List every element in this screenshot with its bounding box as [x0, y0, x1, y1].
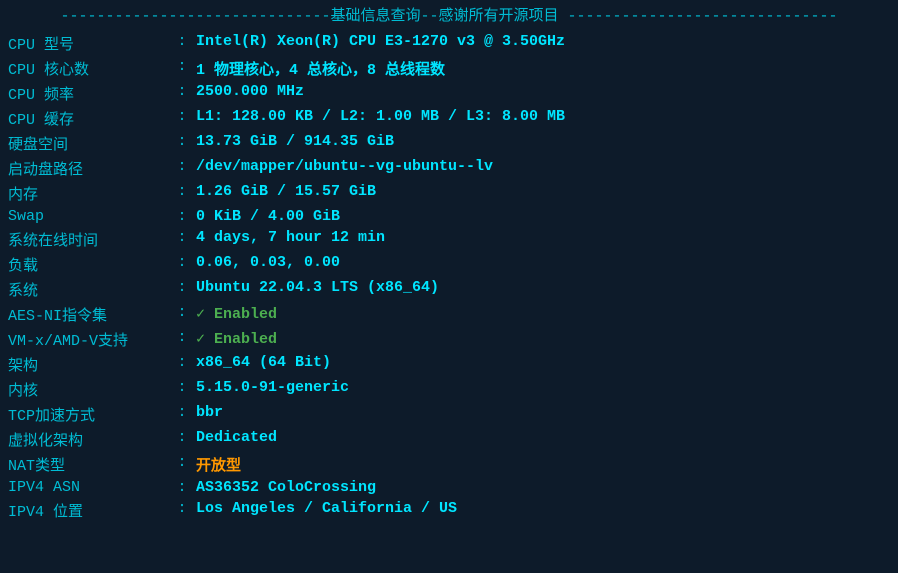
- table-row: Swap:0 KiB / 4.00 GiB: [8, 206, 890, 227]
- row-colon: :: [168, 427, 196, 452]
- title-text: 基础信息查询--感谢所有开源项目: [330, 8, 558, 25]
- row-colon: :: [168, 206, 196, 227]
- row-colon: :: [168, 402, 196, 427]
- info-table: CPU 型号:Intel(R) Xeon(R) CPU E3-1270 v3 @…: [8, 31, 890, 523]
- table-row: CPU 缓存:L1: 128.00 KB / L2: 1.00 MB / L3:…: [8, 106, 890, 131]
- row-colon: :: [168, 277, 196, 302]
- row-colon: :: [168, 131, 196, 156]
- row-value: Dedicated: [196, 427, 890, 452]
- row-value: ✓ Enabled: [196, 302, 890, 327]
- table-row: NAT类型:开放型: [8, 452, 890, 477]
- table-row: 系统在线时间:4 days, 7 hour 12 min: [8, 227, 890, 252]
- row-label: 启动盘路径: [8, 156, 168, 181]
- row-colon: :: [168, 56, 196, 81]
- table-row: CPU 频率:2500.000 MHz: [8, 81, 890, 106]
- row-label: 虚拟化架构: [8, 427, 168, 452]
- row-colon: :: [168, 81, 196, 106]
- row-colon: :: [168, 181, 196, 206]
- row-label: 硬盘空间: [8, 131, 168, 156]
- table-row: 启动盘路径:/dev/mapper/ubuntu--vg-ubuntu--lv: [8, 156, 890, 181]
- title-dashes-left: ------------------------------: [60, 8, 330, 25]
- row-label: IPV4 位置: [8, 498, 168, 523]
- row-colon: :: [168, 327, 196, 352]
- row-value: 开放型: [196, 452, 890, 477]
- row-label: 系统在线时间: [8, 227, 168, 252]
- table-row: CPU 型号:Intel(R) Xeon(R) CPU E3-1270 v3 @…: [8, 31, 890, 56]
- title-bar: ------------------------------基础信息查询--感谢…: [8, 4, 890, 25]
- row-colon: :: [168, 156, 196, 181]
- row-label: CPU 频率: [8, 81, 168, 106]
- row-label: Swap: [8, 206, 168, 227]
- row-label: CPU 型号: [8, 31, 168, 56]
- row-value: 0 KiB / 4.00 GiB: [196, 206, 890, 227]
- table-row: 内核:5.15.0-91-generic: [8, 377, 890, 402]
- row-colon: :: [168, 377, 196, 402]
- row-label: 系统: [8, 277, 168, 302]
- row-value: x86_64 (64 Bit): [196, 352, 890, 377]
- row-label: 内存: [8, 181, 168, 206]
- row-colon: :: [168, 227, 196, 252]
- row-colon: :: [168, 106, 196, 131]
- row-colon: :: [168, 252, 196, 277]
- row-value: 13.73 GiB / 914.35 GiB: [196, 131, 890, 156]
- row-value: Ubuntu 22.04.3 LTS (x86_64): [196, 277, 890, 302]
- table-row: 架构:x86_64 (64 Bit): [8, 352, 890, 377]
- row-colon: :: [168, 302, 196, 327]
- row-value: /dev/mapper/ubuntu--vg-ubuntu--lv: [196, 156, 890, 181]
- table-row: 内存:1.26 GiB / 15.57 GiB: [8, 181, 890, 206]
- row-value: AS36352 ColoCrossing: [196, 477, 890, 498]
- row-value: Intel(R) Xeon(R) CPU E3-1270 v3 @ 3.50GH…: [196, 31, 890, 56]
- row-label: NAT类型: [8, 452, 168, 477]
- row-value: 5.15.0-91-generic: [196, 377, 890, 402]
- row-value: 1.26 GiB / 15.57 GiB: [196, 181, 890, 206]
- table-row: TCP加速方式:bbr: [8, 402, 890, 427]
- row-value: 4 days, 7 hour 12 min: [196, 227, 890, 252]
- terminal-window: ------------------------------基础信息查询--感谢…: [0, 0, 898, 527]
- row-label: IPV4 ASN: [8, 477, 168, 498]
- row-label: CPU 核心数: [8, 56, 168, 81]
- table-row: IPV4 位置:Los Angeles / California / US: [8, 498, 890, 523]
- table-row: 虚拟化架构:Dedicated: [8, 427, 890, 452]
- table-row: 硬盘空间:13.73 GiB / 914.35 GiB: [8, 131, 890, 156]
- title-dashes-right: ------------------------------: [568, 8, 838, 25]
- table-row: VM-x/AMD-V支持:✓ Enabled: [8, 327, 890, 352]
- row-colon: :: [168, 498, 196, 523]
- row-label: 架构: [8, 352, 168, 377]
- row-label: 负载: [8, 252, 168, 277]
- table-row: AES-NI指令集:✓ Enabled: [8, 302, 890, 327]
- row-label: AES-NI指令集: [8, 302, 168, 327]
- row-label: TCP加速方式: [8, 402, 168, 427]
- row-colon: :: [168, 477, 196, 498]
- row-value: 0.06, 0.03, 0.00: [196, 252, 890, 277]
- table-row: 系统:Ubuntu 22.04.3 LTS (x86_64): [8, 277, 890, 302]
- table-row: CPU 核心数:1 物理核心，4 总核心，8 总线程数: [8, 56, 890, 81]
- table-row: IPV4 ASN:AS36352 ColoCrossing: [8, 477, 890, 498]
- row-label: 内核: [8, 377, 168, 402]
- row-value: ✓ Enabled: [196, 327, 890, 352]
- row-value: Los Angeles / California / US: [196, 498, 890, 523]
- row-label: CPU 缓存: [8, 106, 168, 131]
- row-value: L1: 128.00 KB / L2: 1.00 MB / L3: 8.00 M…: [196, 106, 890, 131]
- row-colon: :: [168, 352, 196, 377]
- row-label: VM-x/AMD-V支持: [8, 327, 168, 352]
- row-colon: :: [168, 31, 196, 56]
- table-row: 负载:0.06, 0.03, 0.00: [8, 252, 890, 277]
- row-colon: :: [168, 452, 196, 477]
- row-value: 1 物理核心，4 总核心，8 总线程数: [196, 56, 890, 81]
- row-value: bbr: [196, 402, 890, 427]
- row-value: 2500.000 MHz: [196, 81, 890, 106]
